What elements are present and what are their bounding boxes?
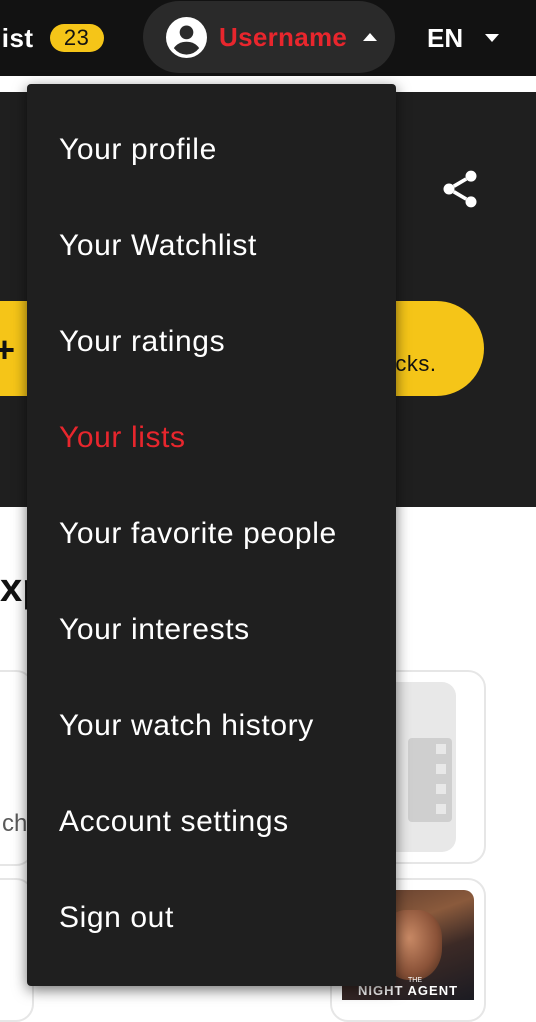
menu-item-label: Account settings xyxy=(59,805,289,838)
menu-item-favorite-people[interactable]: Your favorite people xyxy=(27,486,396,582)
menu-item-account-settings[interactable]: Account settings xyxy=(27,774,396,870)
menu-item-label: Your watch history xyxy=(59,709,314,742)
menu-item-interests[interactable]: Your interests xyxy=(27,582,396,678)
menu-item-label: Your Watchlist xyxy=(59,229,257,262)
username-label: Username xyxy=(219,21,348,52)
menu-item-sign-out[interactable]: Sign out xyxy=(27,870,396,966)
top-nav-bar: list 23 Username EN xyxy=(0,0,536,76)
account-circle-icon xyxy=(166,16,207,58)
cta-pill-text: icks. xyxy=(390,351,437,376)
user-dropdown-menu: Your profile Your Watchlist Your ratings… xyxy=(27,84,396,986)
language-selector[interactable]: EN xyxy=(427,20,500,56)
watchlist-link[interactable]: list 23 xyxy=(0,20,104,56)
language-label: EN xyxy=(427,22,464,53)
watchlist-label: list xyxy=(0,22,34,53)
menu-item-lists[interactable]: Your lists xyxy=(27,390,396,486)
menu-item-watchlist[interactable]: Your Watchlist xyxy=(27,198,396,294)
menu-item-label: Your favorite people xyxy=(59,517,337,550)
film-icon xyxy=(408,738,452,822)
menu-item-label: Your interests xyxy=(59,613,250,646)
caret-up-icon xyxy=(363,33,378,41)
plus-icon: + xyxy=(0,329,16,370)
watchlist-count-badge: 23 xyxy=(49,24,104,52)
menu-item-label: Your ratings xyxy=(59,325,226,358)
user-menu-button[interactable]: Username xyxy=(143,1,395,73)
menu-item-label: Your lists xyxy=(59,421,186,454)
menu-item-label: Sign out xyxy=(59,901,174,934)
share-icon[interactable] xyxy=(438,166,482,212)
caret-down-icon xyxy=(485,34,500,42)
menu-item-profile[interactable]: Your profile xyxy=(27,102,396,198)
menu-item-watch-history[interactable]: Your watch history xyxy=(27,678,396,774)
menu-item-label: Your profile xyxy=(59,133,217,166)
menu-item-ratings[interactable]: Your ratings xyxy=(27,294,396,390)
